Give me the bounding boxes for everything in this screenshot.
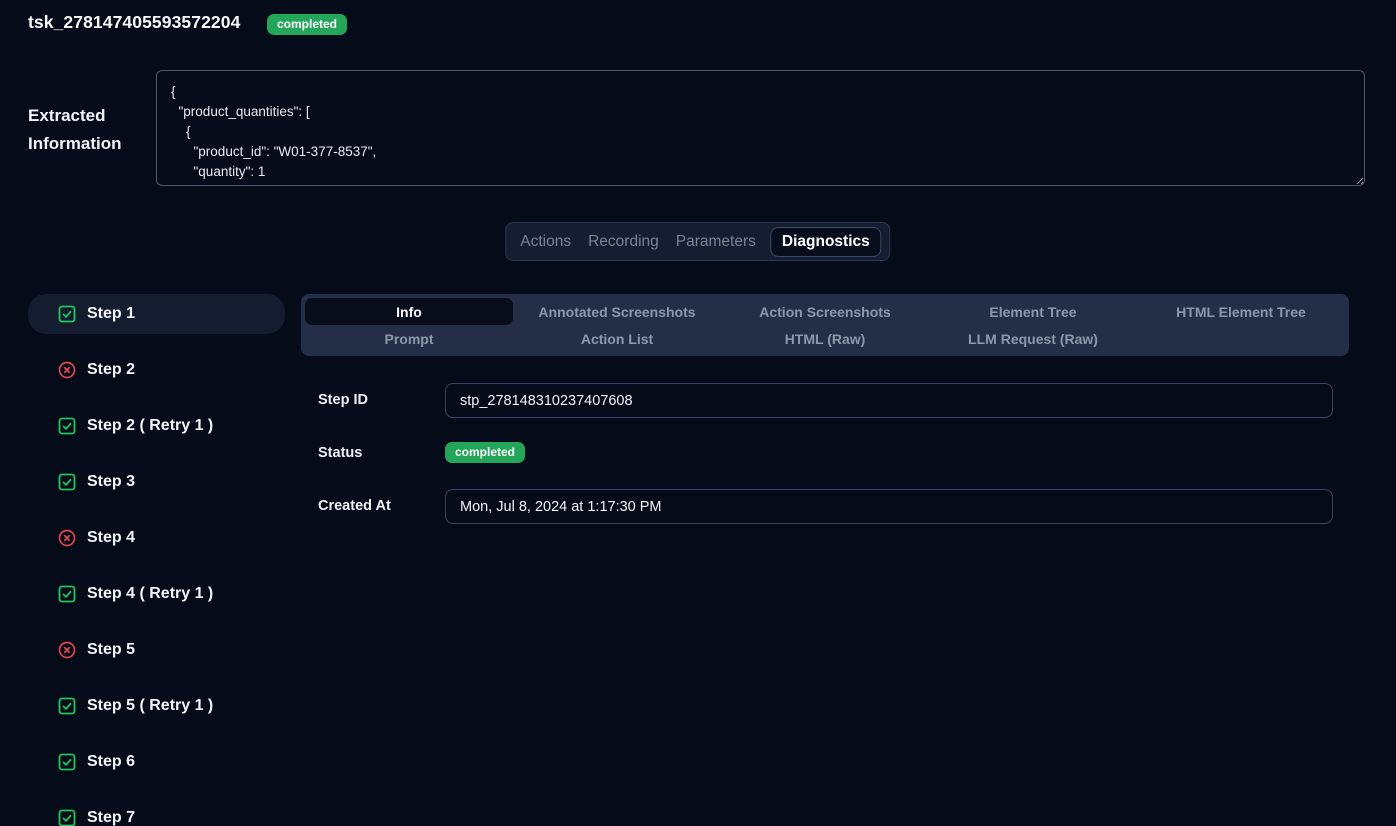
task-id-title: tsk_278147405593572204	[28, 12, 240, 33]
status-label: Status	[318, 445, 362, 461]
tab-diagnostics[interactable]: Diagnostics	[770, 227, 882, 257]
sidebar-step-6[interactable]: Step 6	[28, 742, 285, 782]
step-label: Step 1	[87, 305, 135, 323]
step-id-input[interactable]	[445, 383, 1333, 418]
main-tab-bar: Actions Recording Parameters Diagnostics	[505, 222, 890, 261]
step-status-badge: completed	[445, 442, 525, 463]
step-label: Step 2	[87, 361, 135, 379]
check-square-icon	[57, 584, 77, 604]
sidebar-step-4-retry-1[interactable]: Step 4 ( Retry 1 )	[28, 574, 285, 614]
diag-tab-action-list[interactable]: Action List	[513, 325, 721, 352]
step-label: Step 4 ( Retry 1 )	[87, 585, 213, 603]
diagnostics-page: tsk_278147405593572204 completed Extract…	[0, 0, 1396, 826]
tab-recording[interactable]: Recording	[582, 229, 665, 255]
diag-tab-action-screenshots[interactable]: Action Screenshots	[721, 298, 929, 325]
sidebar-step-2-retry-1[interactable]: Step 2 ( Retry 1 )	[28, 406, 285, 446]
tab-parameters[interactable]: Parameters	[670, 229, 762, 255]
sidebar-step-7[interactable]: Step 7	[28, 798, 285, 826]
sidebar-step-5[interactable]: Step 5	[28, 630, 285, 670]
check-square-icon	[57, 752, 77, 772]
sidebar-step-4[interactable]: Step 4	[28, 518, 285, 558]
step-label: Step 3	[87, 473, 135, 491]
extracted-information-label: Extracted Information	[28, 102, 148, 158]
step-label: Step 7	[87, 809, 135, 826]
diag-tab-llm-request-raw[interactable]: LLM Request (Raw)	[929, 325, 1137, 352]
step-label: Step 4	[87, 529, 135, 547]
sidebar-step-2[interactable]: Step 2	[28, 350, 285, 390]
created-at-label: Created At	[318, 498, 391, 514]
tab-actions[interactable]: Actions	[514, 229, 577, 255]
diag-tab-html-raw[interactable]: HTML (Raw)	[721, 325, 929, 352]
diag-tab-html-element-tree[interactable]: HTML Element Tree	[1137, 298, 1345, 325]
sidebar-step-5-retry-1[interactable]: Step 5 ( Retry 1 )	[28, 686, 285, 726]
check-square-icon	[57, 304, 77, 324]
step-label: Step 5 ( Retry 1 )	[87, 697, 213, 715]
diag-tab-prompt[interactable]: Prompt	[305, 325, 513, 352]
check-square-icon	[57, 696, 77, 716]
diag-tab-element-tree[interactable]: Element Tree	[929, 298, 1137, 325]
check-square-icon	[57, 472, 77, 492]
check-square-icon	[57, 808, 77, 826]
step-label: Step 2 ( Retry 1 )	[87, 417, 213, 435]
x-circle-icon	[57, 360, 77, 380]
step-label: Step 5	[87, 641, 135, 659]
diagnostics-tab-bar: Info Annotated Screenshots Action Screen…	[301, 294, 1349, 356]
created-at-input[interactable]	[445, 489, 1333, 524]
x-circle-icon	[57, 640, 77, 660]
check-square-icon	[57, 416, 77, 436]
diag-tab-annotated-screenshots[interactable]: Annotated Screenshots	[513, 298, 721, 325]
diag-tab-info[interactable]: Info	[305, 298, 513, 325]
step-id-label: Step ID	[318, 392, 368, 408]
task-status-badge: completed	[267, 14, 347, 35]
sidebar-step-1[interactable]: Step 1	[28, 294, 285, 334]
diag-tab-empty-cell	[1137, 325, 1345, 352]
extracted-information-textarea[interactable]: { "product_quantities": [ { "product_id"…	[156, 70, 1365, 186]
steps-sidebar: Step 1 Step 2 Step 2 ( Retry 1 ) Step 3	[28, 294, 285, 826]
x-circle-icon	[57, 528, 77, 548]
sidebar-step-3[interactable]: Step 3	[28, 462, 285, 502]
step-label: Step 6	[87, 753, 135, 771]
